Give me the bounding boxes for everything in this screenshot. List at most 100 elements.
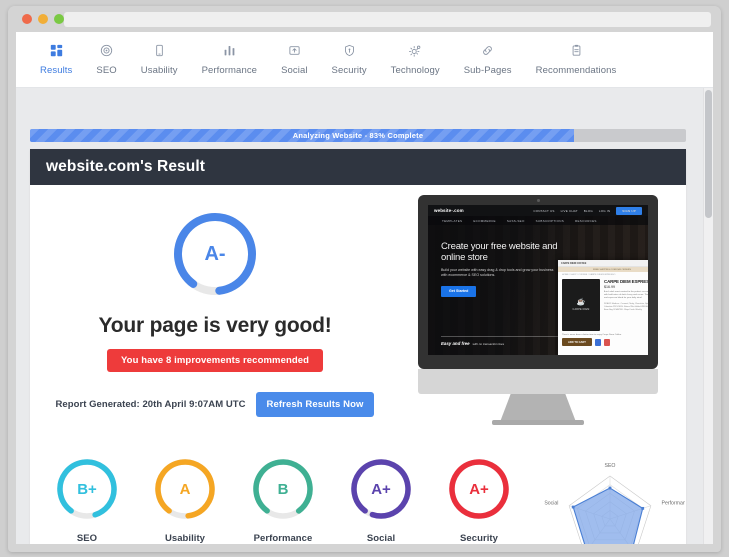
radar-axis-label: SEO xyxy=(605,463,616,469)
result-card: website.com's Result A- Your page is ver xyxy=(30,149,686,544)
preview-link[interactable]: CONTACT US xyxy=(533,209,554,213)
category-grade-value: A xyxy=(153,457,217,521)
product-store-bar: CARPE DIEM COFFEE xyxy=(558,260,648,267)
category-ring: A xyxy=(153,457,217,521)
category-radar-chart: SEOPerformanceMobile & UISecuritySocial xyxy=(535,447,685,544)
maximize-window-button[interactable] xyxy=(54,14,64,24)
category-grade-value: A+ xyxy=(349,457,413,521)
preview-sub-link[interactable]: TEMPLATES xyxy=(442,219,462,223)
category-score-usability[interactable]: A Usability xyxy=(143,457,227,544)
progress-label: Analyzing Website - 83% Complete xyxy=(30,129,686,142)
category-section: B+SEOAUsabilityBPerformanceA+SocialA+Sec… xyxy=(30,445,686,544)
product-meta: ROAST: Medium - Caramel, Nutty, Chocolat… xyxy=(604,303,648,312)
product-breadcrumb-text: HOME / SHOP / COFFEE / CARPE DIEM ESPRES… xyxy=(562,274,615,276)
tab-technology[interactable]: Technology xyxy=(379,40,452,76)
tab-recommendations[interactable]: Recommendations xyxy=(524,40,629,76)
category-score-performance[interactable]: B Performance xyxy=(241,457,325,544)
product-actions: ADD TO CART xyxy=(558,337,648,347)
preview-signup-button[interactable]: SIGN UP xyxy=(616,207,642,215)
category-ring: A+ xyxy=(447,457,511,521)
tab-social[interactable]: Social xyxy=(269,40,319,76)
website-preview-monitor: website-.com CONTACT US LIVE CHAT BLOG L… xyxy=(418,195,658,430)
category-ring: B+ xyxy=(55,457,119,521)
category-label: SEO xyxy=(77,533,97,544)
refresh-results-button[interactable]: Refresh Results Now xyxy=(256,392,375,417)
radar-series-area xyxy=(573,488,643,544)
radar-data-point xyxy=(641,507,644,510)
grid-icon xyxy=(50,40,63,60)
product-body: ☕ CARPE DIEM CARPE DIEM ESPRESSO $16.99 … xyxy=(558,277,648,333)
tab-usability[interactable]: Usability xyxy=(129,40,190,76)
tab-label: Performance xyxy=(202,65,257,76)
share-pinterest-icon[interactable] xyxy=(604,339,610,346)
category-ring: A+ xyxy=(349,457,413,521)
preview-headline: Create your free website and online stor… xyxy=(441,241,559,263)
preview-get-started-button[interactable]: Get Started xyxy=(441,286,476,297)
nav-tab-list: Results SEO Usab xyxy=(16,32,713,76)
tab-label: Technology xyxy=(391,65,440,76)
tab-seo[interactable]: SEO xyxy=(84,40,128,76)
tab-label: Recommendations xyxy=(536,65,617,76)
product-store-name: CARPE DIEM COFFEE xyxy=(561,262,586,265)
main-nav: Results SEO Usab xyxy=(16,32,713,88)
category-score-seo[interactable]: B+ SEO xyxy=(45,457,129,544)
mobile-icon xyxy=(153,40,166,60)
preview-sub-link[interactable]: SASS-SEO xyxy=(507,219,525,223)
monitor-chin xyxy=(418,369,658,394)
category-score-social[interactable]: A+Social xyxy=(339,457,423,544)
scrollbar-thumb[interactable] xyxy=(705,90,712,218)
product-photo: ☕ CARPE DIEM xyxy=(562,279,600,331)
share-facebook-icon[interactable] xyxy=(595,339,601,346)
report-row: Report Generated: 20th April 9:07AM UTC … xyxy=(56,392,375,417)
page-title: website.com's Result xyxy=(46,158,205,176)
product-description: A rich dark roast roasted to the perfect… xyxy=(604,291,648,301)
radar-data-point xyxy=(609,487,612,490)
category-label: Usability xyxy=(165,533,205,544)
tab-sub-pages[interactable]: Sub-Pages xyxy=(452,40,524,76)
hero-section: A- Your page is very good! You have 8 im… xyxy=(30,185,686,445)
tab-security[interactable]: Security xyxy=(320,40,379,76)
target-icon xyxy=(100,40,113,60)
close-window-button[interactable] xyxy=(22,14,32,24)
radar-axis-label: Performance xyxy=(662,500,685,506)
tab-results[interactable]: Results xyxy=(28,40,84,76)
radar-data-point xyxy=(572,506,575,509)
preview-top-links: CONTACT US LIVE CHAT BLOG LOG IN SIGN UP xyxy=(533,207,642,215)
address-bar[interactable] xyxy=(64,12,711,27)
overall-score-panel: A- Your page is very good! You have 8 im… xyxy=(30,185,400,445)
preview-sub-link[interactable]: ECOMMERCE xyxy=(473,219,496,223)
preview-link[interactable]: BLOG xyxy=(584,209,593,213)
category-score-list: B+ SEO A Usability B Performance A+SocialA+Sec… xyxy=(38,457,528,544)
gears-icon xyxy=(409,40,422,60)
preview-site-nav: website-.com CONTACT US LIVE CHAT BLOG L… xyxy=(428,205,648,216)
overall-score-ring: A- xyxy=(171,210,259,298)
preview-link[interactable]: LOG IN xyxy=(599,209,610,213)
link-icon xyxy=(481,40,494,60)
browser-titlebar xyxy=(8,6,721,32)
tab-label: Results xyxy=(40,65,72,76)
product-promo-text: FREE SHIPPING OVER $40 ORDERS xyxy=(593,269,631,271)
tab-label: SEO xyxy=(96,65,116,76)
add-to-cart-button[interactable]: ADD TO CART xyxy=(562,338,592,346)
preview-sub-link[interactable]: RESOURCES xyxy=(575,219,597,223)
monitor-base xyxy=(492,420,584,425)
category-grade-value: B xyxy=(251,457,315,521)
category-score-security[interactable]: A+Security xyxy=(437,457,521,544)
preview-sub-link[interactable]: SUBSCRIPTIONS xyxy=(536,219,564,223)
category-label: Performance xyxy=(254,533,313,544)
bar-chart-icon xyxy=(223,40,236,60)
minimize-window-button[interactable] xyxy=(38,14,48,24)
content-scrollbar[interactable] xyxy=(703,88,713,544)
monitor-screen: website-.com CONTACT US LIVE CHAT BLOG L… xyxy=(428,205,648,355)
radar-axis-label: Social xyxy=(544,500,558,506)
clipboard-icon xyxy=(570,40,583,60)
report-generated-text: Report Generated: 20th April 9:07AM UTC xyxy=(56,399,246,410)
monitor-stand xyxy=(500,394,576,422)
preview-link[interactable]: LIVE CHAT xyxy=(561,209,578,213)
category-grade-value: B+ xyxy=(55,457,119,521)
improvements-badge[interactable]: You have 8 improvements recommended xyxy=(107,349,323,372)
window-controls xyxy=(22,14,64,24)
preview-hero-copy: Create your free website and online stor… xyxy=(441,241,559,297)
tab-performance[interactable]: Performance xyxy=(190,40,269,76)
preview-logo: website-.com xyxy=(434,208,464,213)
